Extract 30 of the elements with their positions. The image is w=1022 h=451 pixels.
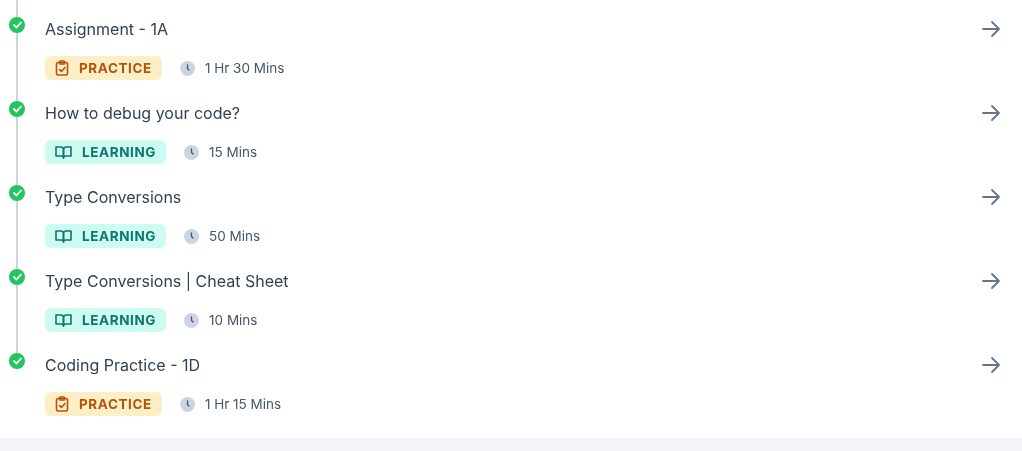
clock-icon xyxy=(184,144,200,160)
arrow-right-icon[interactable] xyxy=(980,102,1002,124)
type-badge: PRACTICE xyxy=(45,392,162,416)
clock-icon xyxy=(184,312,200,328)
duration-text: 1 Hr 30 Mins xyxy=(204,60,285,76)
item-title[interactable]: Type Conversions xyxy=(45,187,980,207)
clipboard-icon xyxy=(55,396,69,412)
arrow-right-icon[interactable] xyxy=(980,354,1002,376)
duration-text: 1 Hr 15 Mins xyxy=(204,396,282,412)
clock-icon xyxy=(179,60,195,76)
item-title[interactable]: Coding Practice - 1D xyxy=(45,355,980,375)
arrow-right-icon[interactable] xyxy=(980,18,1002,40)
type-badge: LEARNING xyxy=(45,308,167,332)
type-badge: LEARNING xyxy=(45,224,167,248)
duration-text: 10 Mins xyxy=(209,312,258,328)
type-badge: LEARNING xyxy=(45,140,167,164)
clipboard-icon xyxy=(55,60,69,76)
item-title[interactable]: How to debug your code? xyxy=(45,103,980,123)
item-title[interactable]: Type Conversions | Cheat Sheet xyxy=(45,271,980,291)
arrow-right-icon[interactable] xyxy=(980,270,1002,292)
duration-text: 15 Mins xyxy=(209,144,258,160)
book-icon xyxy=(55,229,72,243)
book-icon xyxy=(55,313,72,327)
arrow-right-icon[interactable] xyxy=(980,186,1002,208)
type-badge: PRACTICE xyxy=(45,56,162,80)
item-title[interactable]: Assignment - 1A xyxy=(45,19,980,39)
duration-text: 50 Mins xyxy=(209,228,261,244)
book-icon xyxy=(55,145,72,159)
clock-icon xyxy=(184,228,200,244)
clock-icon xyxy=(179,396,195,412)
